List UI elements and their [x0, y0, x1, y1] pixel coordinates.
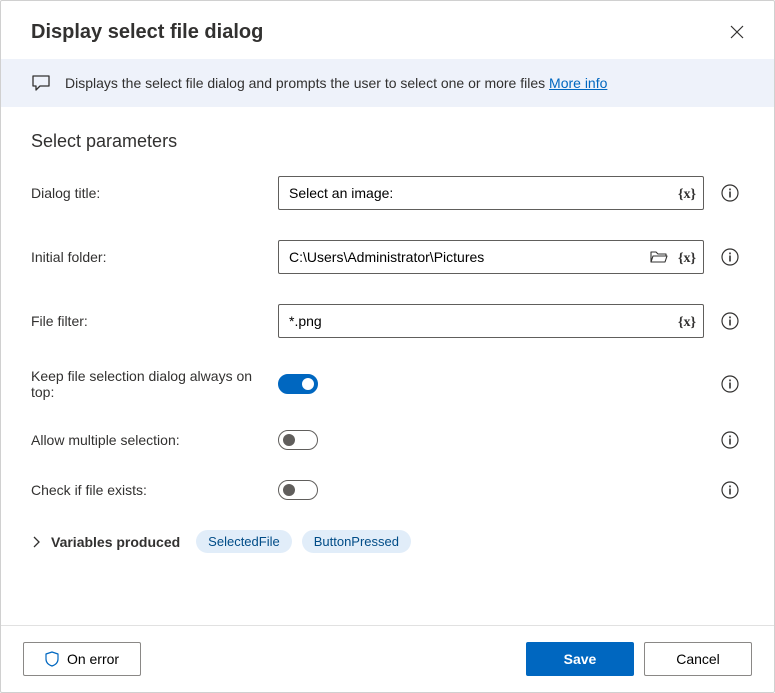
label-always-on-top: Keep file selection dialog always on top… [31, 368, 266, 400]
banner-text-content: Displays the select file dialog and prom… [65, 75, 549, 91]
label-allow-multiple: Allow multiple selection: [31, 432, 266, 448]
on-error-label: On error [67, 651, 119, 667]
svg-text:{x}: {x} [678, 251, 696, 265]
label-check-exists: Check if file exists: [31, 482, 266, 498]
toggle-wrap-check-exists [278, 480, 704, 500]
label-file-filter: File filter: [31, 313, 266, 329]
input-file-filter[interactable] [278, 304, 704, 338]
toggle-check-exists[interactable] [278, 480, 318, 500]
dialog-title: Display select file dialog [31, 21, 263, 44]
save-label: Save [564, 651, 597, 667]
variables-produced-row: Variables produced SelectedFile ButtonPr… [31, 530, 744, 553]
variable-pill-selectedfile[interactable]: SelectedFile [196, 530, 292, 553]
input-dialog-title[interactable] [278, 176, 704, 210]
variable-pill-buttonpressed[interactable]: ButtonPressed [302, 530, 411, 553]
dialog-footer: On error Save Cancel [1, 625, 774, 692]
save-button[interactable]: Save [526, 642, 634, 676]
help-icon[interactable] [716, 431, 744, 449]
toggle-wrap-always-on-top [278, 374, 704, 394]
dialog-window: Display select file dialog Displays the … [0, 0, 775, 693]
cancel-label: Cancel [676, 651, 720, 667]
variables-label[interactable]: Variables produced [51, 534, 180, 550]
toggle-wrap-allow-multiple [278, 430, 704, 450]
row-check-exists: Check if file exists: [31, 480, 744, 500]
variable-icon[interactable]: {x} [676, 183, 698, 203]
comment-icon [31, 73, 51, 93]
section-heading: Select parameters [31, 131, 744, 152]
on-error-button[interactable]: On error [23, 642, 141, 676]
input-wrap-dialog-title: {x} [278, 176, 704, 210]
toggle-always-on-top[interactable] [278, 374, 318, 394]
svg-text:{x}: {x} [678, 187, 696, 201]
dialog-header: Display select file dialog [1, 1, 774, 59]
input-initial-folder[interactable] [278, 240, 704, 274]
close-icon [730, 25, 744, 39]
help-icon[interactable] [716, 248, 744, 266]
help-icon[interactable] [716, 312, 744, 330]
row-dialog-title: Dialog title: {x} [31, 176, 744, 210]
help-icon[interactable] [716, 481, 744, 499]
help-icon[interactable] [716, 184, 744, 202]
input-wrap-initial-folder: {x} [278, 240, 704, 274]
row-initial-folder: Initial folder: {x} [31, 240, 744, 274]
more-info-link[interactable]: More info [549, 75, 607, 91]
help-icon[interactable] [716, 375, 744, 393]
input-wrap-file-filter: {x} [278, 304, 704, 338]
variable-icon[interactable]: {x} [676, 311, 698, 331]
row-file-filter: File filter: {x} [31, 304, 744, 338]
toggle-allow-multiple[interactable] [278, 430, 318, 450]
label-dialog-title: Dialog title: [31, 185, 266, 201]
label-initial-folder: Initial folder: [31, 249, 266, 265]
close-button[interactable] [724, 19, 750, 45]
folder-open-icon[interactable] [648, 247, 672, 267]
chevron-right-icon[interactable] [31, 536, 41, 548]
dialog-content: Select parameters Dialog title: {x} Init… [1, 107, 774, 625]
banner-text: Displays the select file dialog and prom… [65, 75, 607, 91]
info-banner: Displays the select file dialog and prom… [1, 59, 774, 107]
shield-icon [45, 651, 59, 667]
row-allow-multiple: Allow multiple selection: [31, 430, 744, 450]
variable-icon[interactable]: {x} [676, 247, 698, 267]
row-always-on-top: Keep file selection dialog always on top… [31, 368, 744, 400]
svg-text:{x}: {x} [678, 315, 696, 329]
cancel-button[interactable]: Cancel [644, 642, 752, 676]
